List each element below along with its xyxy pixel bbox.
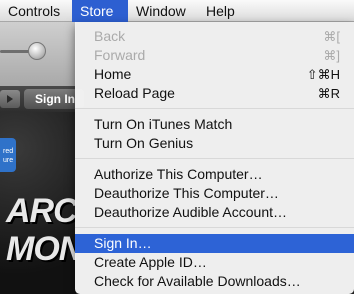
menu-item-label: Sign In…: [94, 235, 152, 251]
store-nav-bar: Sign In: [0, 86, 84, 112]
menu-store[interactable]: Store: [72, 0, 128, 22]
menu-item-authorize-this-computer[interactable]: Authorize This Computer…: [75, 165, 354, 184]
menu-item-label: Deauthorize This Computer…: [94, 185, 279, 201]
menu-item-label: Create Apple ID…: [94, 254, 207, 270]
menu-separator: [75, 227, 354, 228]
menu-item-label: Home: [94, 66, 132, 82]
volume-slider-knob[interactable]: [28, 42, 46, 60]
menu-item-label: Check for Available Downloads…: [94, 273, 301, 289]
menu-item-shortcut: ⌘]: [323, 48, 340, 63]
promo-title-line-1: ARC: [6, 192, 76, 230]
play-arrow-icon: [7, 95, 13, 103]
promo-title-line-2: MONS: [6, 230, 76, 268]
menu-item-turn-on-itunes-match[interactable]: Turn On iTunes Match: [75, 115, 354, 134]
menu-item-sign-in[interactable]: Sign In…: [75, 234, 354, 253]
promo-badge-line-2: ure: [3, 157, 14, 164]
menu-item-reload-page[interactable]: Reload Page ⌘R: [75, 84, 354, 103]
menu-item-shortcut: ⌘R: [317, 86, 340, 101]
toolbar: [0, 22, 76, 86]
menu-item-label: Turn On Genius: [94, 135, 194, 151]
menu-separator: [75, 158, 354, 159]
menu-item-turn-on-genius[interactable]: Turn On Genius: [75, 134, 354, 153]
menu-bar: Controls Store Window Help: [0, 0, 354, 22]
menu-item-create-apple-id[interactable]: Create Apple ID…: [75, 253, 354, 272]
menu-item-shortcut: ⇧⌘H: [306, 67, 340, 82]
menu-item-label: Forward: [94, 47, 146, 63]
menu-item-label: Turn On iTunes Match: [94, 116, 233, 132]
store-forward-button[interactable]: [0, 90, 20, 108]
menu-item-label: Reload Page: [94, 85, 175, 101]
promo-badge-line-1: red: [3, 148, 14, 155]
menu-window[interactable]: Window: [128, 0, 198, 22]
menu-help[interactable]: Help: [198, 0, 250, 22]
menu-item-back: Back ⌘[: [75, 27, 354, 46]
store-promo-banner[interactable]: red ure ARC MONS: [0, 112, 76, 294]
menu-item-label: Back: [94, 28, 126, 44]
menu-controls[interactable]: Controls: [0, 0, 72, 22]
menu-item-deauthorize-this-computer[interactable]: Deauthorize This Computer…: [75, 184, 354, 203]
menu-item-forward: Forward ⌘]: [75, 46, 354, 65]
menu-item-deauthorize-audible-account[interactable]: Deauthorize Audible Account…: [75, 203, 354, 222]
menu-separator: [75, 108, 354, 109]
menu-item-home[interactable]: Home ⇧⌘H: [75, 65, 354, 84]
menu-item-check-for-available-downloads[interactable]: Check for Available Downloads…: [75, 272, 354, 291]
menu-item-label: Deauthorize Audible Account…: [94, 204, 288, 220]
store-menu-dropdown: Back ⌘[ Forward ⌘] Home ⇧⌘H Reload Page ⌘R Turn …: [75, 22, 354, 294]
menu-item-shortcut: ⌘[: [323, 29, 340, 44]
promo-badge: red ure: [0, 138, 16, 172]
menu-item-label: Authorize This Computer…: [94, 166, 263, 182]
